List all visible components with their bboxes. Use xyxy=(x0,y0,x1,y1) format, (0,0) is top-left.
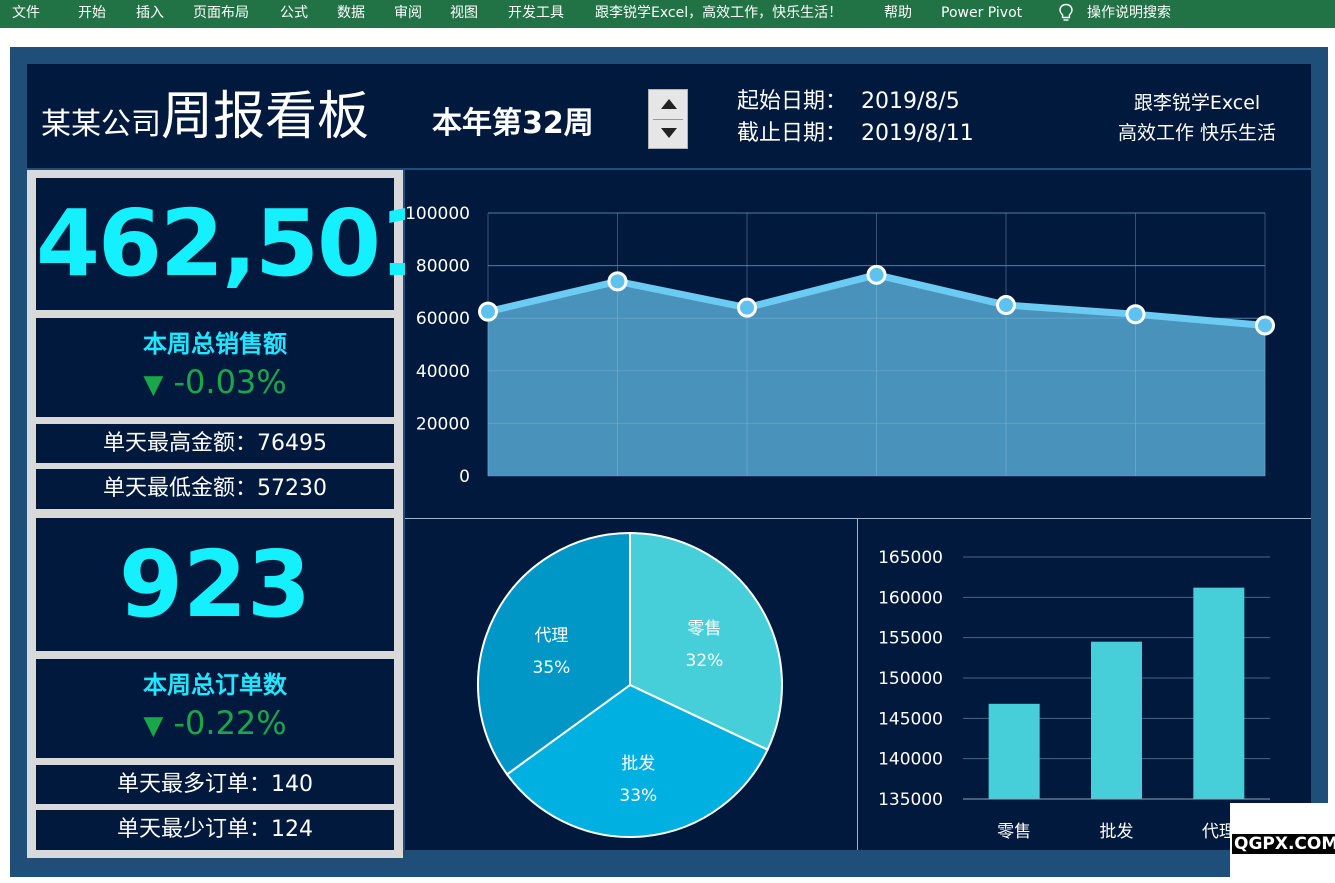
sales-change-card: 本周总销售额 ▼ -0.03% xyxy=(36,318,394,417)
data-point xyxy=(996,295,1016,316)
date-range: 起始日期： 2019/8/5 截止日期： 2019/8/11 xyxy=(737,86,974,150)
bar-1 xyxy=(1091,641,1142,799)
data-point xyxy=(1125,304,1146,325)
y-tick-label: 150000 xyxy=(878,669,943,689)
sales-max: 单天最高金额：76495 xyxy=(36,424,394,463)
data-point xyxy=(607,271,628,292)
y-tick-label: 0 xyxy=(459,467,470,487)
lightbulb-icon[interactable] xyxy=(1058,3,1074,23)
orders-min: 单天最少订单：124 xyxy=(36,810,394,850)
page-title: 某某公司周报看板 xyxy=(41,91,369,150)
y-tick-label: 40000 xyxy=(416,362,470,382)
pie-value-label: 32% xyxy=(686,651,724,671)
y-tick-label: 145000 xyxy=(878,709,943,729)
x-tick-label: 批发 xyxy=(1100,822,1134,842)
x-tick-label: 零售 xyxy=(997,822,1031,842)
spinner-divider xyxy=(653,119,683,120)
orders-change-card: 本周总订单数 ▼ -0.22% xyxy=(36,659,394,758)
week-number: 本年第32周 xyxy=(432,106,594,141)
tab-file[interactable]: 文件 xyxy=(12,4,40,22)
pie-category-label: 批发 xyxy=(621,754,655,774)
tab-help[interactable]: 帮助 xyxy=(884,4,912,22)
down-arrow-icon: ▼ xyxy=(143,711,164,741)
y-tick-label: 160000 xyxy=(878,588,943,608)
y-tick-label: 100000 xyxy=(405,204,470,224)
bar-0 xyxy=(988,703,1040,799)
tab-home[interactable]: 开始 xyxy=(78,4,106,22)
tab-page-layout[interactable]: 页面布局 xyxy=(193,4,249,22)
week-spinner[interactable] xyxy=(648,89,688,149)
slogan-line-1: 跟李锐学Excel xyxy=(1133,92,1261,114)
y-tick-label: 140000 xyxy=(878,750,943,770)
y-tick-label: 165000 xyxy=(878,548,943,568)
channel-sales-bar-chart: 135000 140000 145000 150000 155000 160000 1650… xyxy=(878,548,1270,842)
data-point xyxy=(1255,315,1275,336)
pie-category-label: 零售 xyxy=(687,619,721,639)
sales-label: 本周总销售额 xyxy=(143,330,287,358)
data-point xyxy=(478,301,498,322)
data-point xyxy=(737,297,757,318)
pie-value-label: 33% xyxy=(619,786,657,806)
tab-insert[interactable]: 插入 xyxy=(136,4,164,22)
y-tick-label: 155000 xyxy=(878,629,943,649)
pie-value-label: 35% xyxy=(533,658,571,678)
tab-data[interactable]: 数据 xyxy=(337,4,365,22)
y-tick-label: 135000 xyxy=(878,790,943,810)
spin-down-icon[interactable] xyxy=(661,128,677,138)
orders-total-card: 923 xyxy=(36,518,394,651)
y-tick-label: 20000 xyxy=(416,414,470,434)
spin-up-icon[interactable] xyxy=(661,99,677,109)
tell-me-search[interactable]: 操作说明搜索 xyxy=(1087,4,1171,22)
sales-total: 462,501 xyxy=(36,190,443,297)
company-name: 某某公司 xyxy=(41,107,161,142)
orders-max: 单天最多订单：140 xyxy=(36,765,394,804)
orders-change-value: -0.22% xyxy=(173,704,287,742)
watermark-text: QGPX.COM xyxy=(1232,834,1335,854)
data-point xyxy=(866,264,887,285)
y-tick-label: 60000 xyxy=(416,309,470,329)
tab-developer[interactable]: 开发工具 xyxy=(508,4,564,22)
orders-change: ▼ -0.22% xyxy=(36,701,394,748)
sales-total-card: 462,501 xyxy=(36,178,443,310)
orders-label: 本周总订单数 xyxy=(143,671,287,699)
tab-review[interactable]: 审阅 xyxy=(394,4,422,22)
board-title: 周报看板 xyxy=(161,87,370,147)
dashboard-header: 某某公司周报看板 本年第32周 起始日期： 2019/8/5 截止日期： 2019/… xyxy=(27,64,1311,168)
start-date-label: 起始日期： xyxy=(737,89,848,114)
channel-share-pie-chart: 零售 32% 批发 33% 代理 35% xyxy=(477,531,783,838)
y-tick-label: 80000 xyxy=(416,257,470,277)
end-date-label: 截止日期： xyxy=(737,121,848,146)
tab-custom[interactable]: 跟李锐学Excel，高效工作，快乐生活！ xyxy=(595,4,842,22)
pie-category-label: 代理 xyxy=(534,626,568,646)
tab-view[interactable]: 视图 xyxy=(450,4,478,22)
watermark: QGPX.COM xyxy=(1230,803,1335,883)
sales-min: 单天最低金额：57230 xyxy=(36,469,394,509)
slogan-line-2: 高效工作 快乐生活 xyxy=(1117,122,1277,144)
orders-total: 923 xyxy=(118,531,312,638)
sales-change: ▼ -0.03% xyxy=(36,360,394,407)
tab-power-pivot[interactable]: Power Pivot xyxy=(941,4,1022,22)
tab-formulas[interactable]: 公式 xyxy=(280,4,308,22)
start-date-value: 2019/8/5 xyxy=(861,89,960,114)
down-arrow-icon: ▼ xyxy=(143,370,164,400)
ribbon: 文件 开始 插入 页面布局 公式 数据 审阅 视图 开发工具 跟李锐学Excel… xyxy=(0,0,1335,28)
slogan: 跟李锐学Excel 高效工作 快乐生活 xyxy=(1097,88,1297,148)
end-date-value: 2019/8/11 xyxy=(861,121,974,146)
sales-change-value: -0.03% xyxy=(173,363,287,401)
daily-sales-area-chart: 0 20000 40000 60000 80000 100000 xyxy=(405,204,1275,487)
bar-2 xyxy=(1193,587,1245,799)
